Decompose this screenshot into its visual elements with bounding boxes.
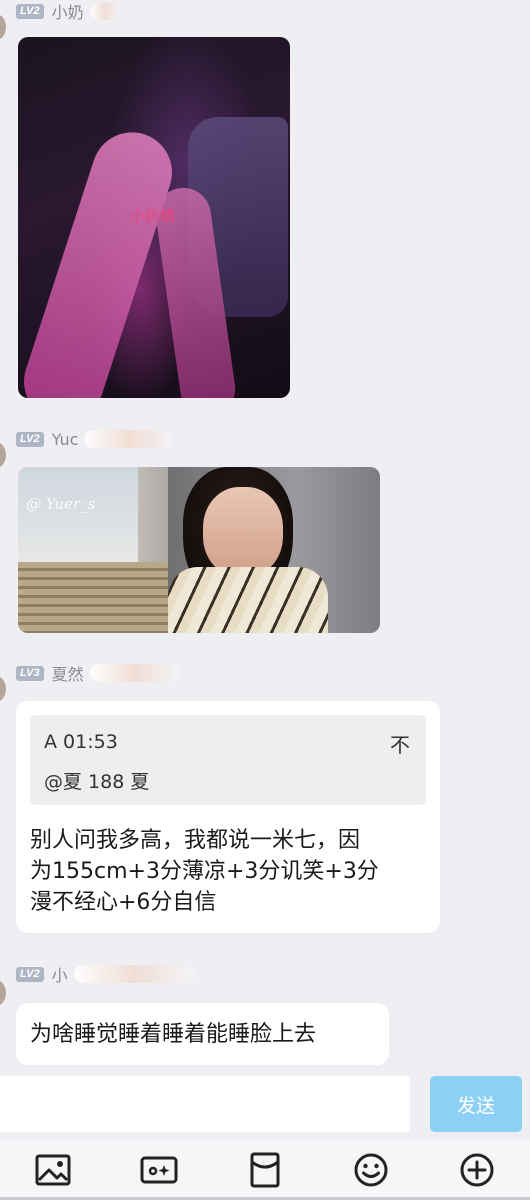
- input-toolbar: [0, 1140, 530, 1200]
- level-badge: LV2: [16, 431, 44, 447]
- redaction-blur: [73, 965, 194, 983]
- quote-time: A 01:53: [44, 731, 118, 753]
- quoted-message[interactable]: A 01:53 不 @夏 188 夏: [30, 715, 426, 805]
- message-line: 为啥睡觉睡着睡着能睡脸上去: [30, 1022, 317, 1047]
- gif-icon[interactable]: [137, 1148, 181, 1192]
- avatar[interactable]: [0, 14, 6, 40]
- level-badge: LV2: [16, 966, 44, 982]
- image-watermark: 小奶橘: [130, 207, 176, 225]
- photo-figure: [18, 121, 183, 398]
- message-bubble[interactable]: A 01:53 不 @夏 188 夏 别人问我多高，我都说一米七，因 为155c…: [16, 701, 440, 933]
- quote-mention: @夏 188 夏: [44, 771, 150, 793]
- nickname[interactable]: 小奶: [52, 0, 84, 23]
- message-text: 为啥睡觉睡着睡着能睡脸上去: [30, 1019, 316, 1050]
- image-watermark: @ Yuer_s: [26, 495, 96, 513]
- nickname[interactable]: 夏然: [52, 661, 84, 685]
- message-line: 漫不经心+6分自信: [30, 890, 217, 915]
- avatar[interactable]: [0, 980, 6, 1006]
- photo-figure: [203, 487, 283, 577]
- nickname[interactable]: 小: [52, 962, 68, 986]
- photo-figure: [18, 467, 138, 562]
- send-button[interactable]: 发送: [430, 1076, 522, 1132]
- redaction-blur: [84, 430, 175, 448]
- composer-bar: 发送: [0, 1072, 530, 1138]
- image-attachment[interactable]: 小奶橘: [18, 37, 290, 398]
- redaction-blur: [89, 664, 180, 682]
- photo-figure: [18, 562, 168, 633]
- message-meta: LV3 夏然: [16, 661, 180, 685]
- pin-icon[interactable]: 不: [390, 729, 410, 758]
- photo-figure: [168, 567, 328, 633]
- image-attachment[interactable]: @ Yuer_s: [18, 467, 380, 633]
- redaction-blur: [89, 2, 120, 20]
- nickname[interactable]: Yuc: [52, 430, 79, 449]
- plus-icon[interactable]: [455, 1148, 499, 1192]
- message-line: 为155cm+3分薄凉+3分讥笑+3分: [30, 859, 379, 884]
- message-line: 别人问我多高，我都说一米七，因: [30, 828, 361, 853]
- avatar[interactable]: [0, 442, 6, 468]
- image-icon[interactable]: [31, 1148, 75, 1192]
- message-meta: LV2 小: [16, 962, 194, 986]
- message-text: 别人问我多高，我都说一米七，因 为155cm+3分薄凉+3分讥笑+3分 漫不经心…: [30, 825, 430, 918]
- message-bubble[interactable]: 为啥睡觉睡着睡着能睡脸上去: [16, 1003, 389, 1065]
- message-meta: LV2 小奶: [16, 0, 120, 23]
- level-badge: LV3: [16, 665, 44, 681]
- message-input[interactable]: [0, 1076, 410, 1132]
- red-packet-icon[interactable]: [243, 1148, 287, 1192]
- emoji-icon[interactable]: [349, 1148, 393, 1192]
- avatar[interactable]: [0, 676, 6, 702]
- message-meta: LV2 Yuc: [16, 430, 175, 449]
- level-badge: LV2: [16, 3, 44, 19]
